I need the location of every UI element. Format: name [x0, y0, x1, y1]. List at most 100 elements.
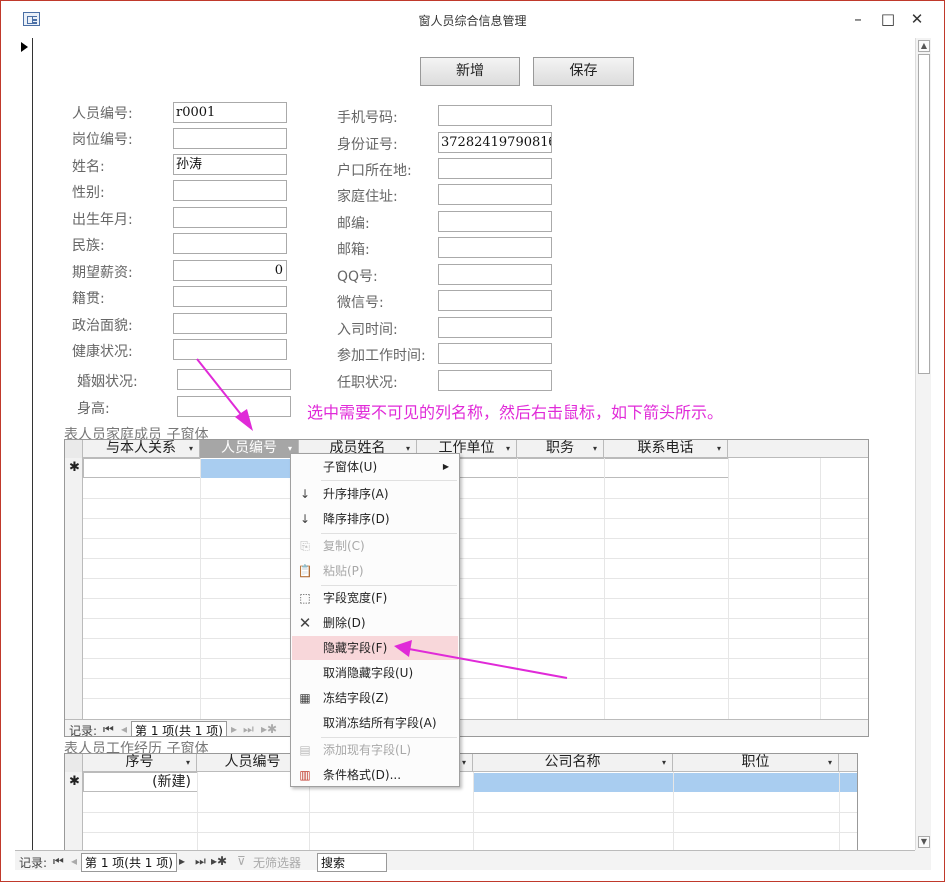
dropdown-arrow-icon[interactable]: ▾: [662, 754, 666, 771]
new-record-icon[interactable]: ▸✱: [261, 722, 277, 736]
menu-item-field-width-label: 字段宽度(F): [323, 591, 388, 605]
menu-item-unhide-field[interactable]: 取消隐藏字段(U): [292, 661, 458, 685]
dropdown-arrow-icon[interactable]: ▾: [828, 754, 832, 771]
label-employment: 任职状况:: [337, 375, 398, 391]
main-record-position[interactable]: 第 1 项(共 1 项): [81, 853, 177, 872]
native-place-field[interactable]: [173, 286, 287, 307]
family-col-relation[interactable]: 与本人关系 ▾: [83, 440, 200, 458]
health-field[interactable]: [173, 339, 287, 360]
menu-item-copy-label: 复制(C): [323, 539, 365, 553]
maximize-button[interactable]: □: [877, 10, 899, 28]
label-postcode: 邮编:: [337, 216, 370, 232]
menu-item-copy[interactable]: ⎘ 复制(C): [292, 534, 458, 558]
menu-item-paste[interactable]: 📋 粘贴(P): [292, 559, 458, 583]
first-record-icon[interactable]: ⏮: [103, 722, 114, 736]
family-row-selectors[interactable]: [65, 458, 83, 720]
minimize-button[interactable]: –: [847, 10, 869, 28]
address-field[interactable]: [438, 184, 552, 205]
family-cell-relation[interactable]: [83, 458, 201, 478]
close-button[interactable]: ✕: [906, 10, 928, 28]
scroll-thumb[interactable]: [918, 54, 930, 374]
family-col-duty[interactable]: 职务 ▾: [517, 440, 604, 458]
scroll-down-icon[interactable]: ▼: [918, 836, 930, 848]
salary-field[interactable]: 0: [173, 260, 287, 281]
first-record-icon[interactable]: ⏮: [53, 854, 64, 869]
new-record-icon[interactable]: ▸✱: [211, 854, 227, 868]
wechat-field[interactable]: [438, 290, 552, 311]
menu-item-sort-asc[interactable]: ↓ 升序排序(A): [292, 482, 458, 506]
work-col-position[interactable]: 职位 ▾: [673, 754, 839, 772]
mobile-field[interactable]: [438, 105, 552, 126]
birth-field[interactable]: [173, 207, 287, 228]
marital-field[interactable]: [177, 369, 291, 390]
last-record-icon[interactable]: ⏭: [243, 722, 254, 736]
menu-item-conditional-format[interactable]: ▥ 条件格式(D)...: [292, 763, 458, 787]
family-col-phone[interactable]: 联系电话 ▾: [604, 440, 728, 458]
search-input[interactable]: 搜索: [317, 853, 387, 872]
conditional-format-icon: ▥: [299, 768, 311, 782]
family-record-position[interactable]: 第 1 项(共 1 项): [131, 721, 227, 736]
email-field[interactable]: [438, 237, 552, 258]
prev-record-icon[interactable]: ◂: [71, 854, 77, 868]
dropdown-arrow-icon[interactable]: ▾: [593, 440, 597, 457]
last-record-icon[interactable]: ⏭: [195, 854, 206, 869]
menu-item-field-width[interactable]: ⬚ 字段宽度(F): [292, 586, 458, 610]
family-col-person-id[interactable]: 人员编号 ▾: [200, 440, 299, 458]
id-card-field[interactable]: 3728241979081б: [438, 132, 552, 153]
work-select-all[interactable]: [65, 754, 83, 772]
scroll-up-icon[interactable]: ▲: [918, 40, 930, 52]
work-col-company[interactable]: 公司名称 ▾: [473, 754, 673, 772]
employment-field[interactable]: [438, 370, 552, 391]
work-col-company-label: 公司名称: [544, 754, 601, 770]
family-cell-duty[interactable]: [517, 458, 605, 478]
label-marital: 婚姻状况:: [77, 374, 138, 390]
family-select-all[interactable]: [65, 440, 83, 458]
dropdown-arrow-icon[interactable]: ▾: [506, 440, 510, 457]
name-field[interactable]: 孙涛: [173, 154, 287, 175]
label-mobile: 手机号码:: [337, 110, 398, 126]
current-record-arrow-icon: [21, 42, 28, 52]
work-cell-seq[interactable]: (新建): [83, 772, 198, 792]
menu-item-hide-field[interactable]: 隐藏字段(F): [292, 636, 458, 660]
political-field[interactable]: [173, 313, 287, 334]
menu-item-unfreeze-all[interactable]: 取消冻结所有字段(A): [292, 711, 458, 735]
add-button[interactable]: 新增: [420, 57, 520, 86]
next-record-icon[interactable]: ▸: [179, 854, 185, 868]
work-col-position-label: 职位: [741, 754, 770, 770]
work-cell-highlight[interactable]: [473, 773, 857, 792]
ethnicity-field[interactable]: [173, 233, 287, 254]
label-email: 邮箱:: [337, 242, 370, 258]
menu-item-delete[interactable]: ✕ 删除(D): [292, 611, 458, 635]
next-record-icon[interactable]: ▸: [231, 722, 237, 736]
join-date-field[interactable]: [438, 317, 552, 338]
work-col-seq[interactable]: 序号 ▾: [83, 754, 197, 772]
dropdown-arrow-icon[interactable]: ▾: [462, 754, 466, 771]
filter-icon[interactable]: ⊽: [237, 854, 246, 868]
menu-item-subform[interactable]: 子窗体(U) ▶: [292, 455, 458, 479]
save-button[interactable]: 保存: [533, 57, 634, 86]
post-id-field[interactable]: [173, 128, 287, 149]
dropdown-arrow-icon[interactable]: ▾: [189, 440, 193, 457]
hukou-field[interactable]: [438, 158, 552, 179]
menu-item-freeze[interactable]: ▦ 冻结字段(Z): [292, 686, 458, 710]
height-field[interactable]: [177, 396, 291, 417]
postcode-field[interactable]: [438, 211, 552, 232]
work-start-field[interactable]: [438, 343, 552, 364]
label-wechat: 微信号:: [337, 295, 384, 311]
filter-status[interactable]: 无筛选器: [253, 854, 301, 871]
prev-record-icon[interactable]: ◂: [121, 722, 127, 736]
family-nav-label: 记录:: [69, 724, 98, 737]
family-cell-person-id[interactable]: [200, 459, 299, 478]
grid-line: [83, 518, 868, 519]
record-selector[interactable]: [15, 38, 33, 850]
qq-field[interactable]: [438, 264, 552, 285]
menu-item-sort-desc[interactable]: ↓ 降序排序(D): [292, 507, 458, 531]
dropdown-arrow-icon[interactable]: ▾: [186, 754, 190, 771]
gender-field[interactable]: [173, 180, 287, 201]
family-cell-phone[interactable]: [604, 458, 729, 478]
menu-item-add-field[interactable]: ▤ 添加现有字段(L): [292, 738, 458, 762]
grid-line: [83, 698, 868, 699]
dropdown-arrow-icon[interactable]: ▾: [717, 440, 721, 457]
vertical-scrollbar[interactable]: ▲ ▼: [915, 38, 931, 850]
person-id-field[interactable]: r0001: [173, 102, 287, 123]
